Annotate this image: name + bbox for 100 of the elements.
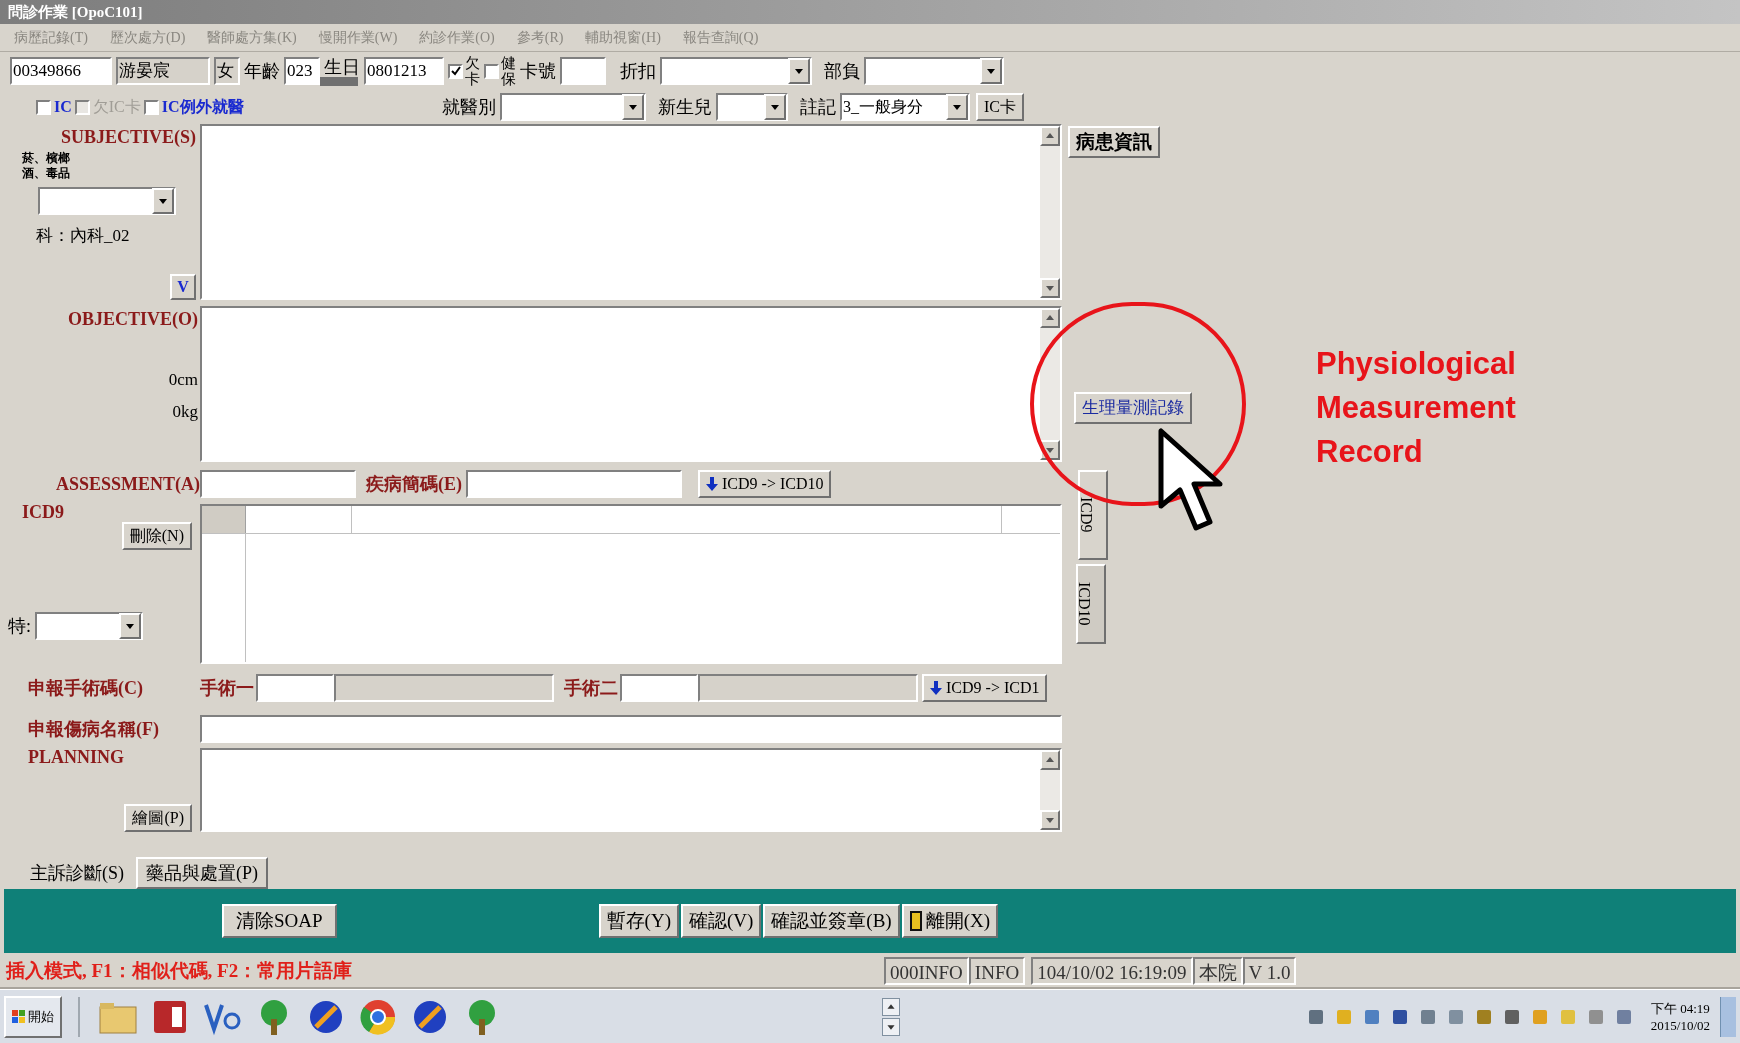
checkbox[interactable] [448,63,463,79]
caret-icon [946,94,968,120]
clock-time[interactable]: 下午 04:19 [1650,999,1710,1017]
field-label: 卡號 [520,59,556,83]
caret-icon [622,94,644,120]
field-label: 註記 [800,95,836,119]
text-field[interactable] [256,674,334,702]
caret-icon [980,58,1002,84]
department-label: 科：內科_02 [35,225,131,247]
status-field: 本院 [1192,957,1243,985]
text-field[interactable]: 00349866 [10,57,112,85]
height-reading: 0cm [168,369,198,391]
section-label: SUBJECTIVE(S) [60,126,196,149]
readonly-field[interactable] [334,674,554,702]
tray-icon[interactable] [1390,1007,1409,1026]
field-label: 年齡 [244,59,280,83]
field-label: 新生兒 [658,95,712,119]
caret-icon [764,94,786,120]
delete-button[interactable]: 刪除(N) [121,522,192,550]
checkbox[interactable] [484,63,499,79]
field-label: 就醫別 [442,95,496,119]
action-button[interactable]: 確認(V) [680,904,762,938]
caret-icon [119,613,141,639]
patient-info-button[interactable]: 病患資訊 [1068,126,1160,158]
readonly-field[interactable] [698,674,918,702]
action-button[interactable]: 確認並簽章(B) [763,904,900,938]
checkbox-label: IC例外就醫 [161,97,244,117]
tray-icon[interactable] [1614,1007,1633,1026]
section-label: OBJECTIVE(O) [67,308,198,331]
text-area[interactable] [200,306,1062,462]
down-arrow-icon [930,681,942,695]
section-label: 申報傷病名稱(F) [27,717,160,741]
tray-icon[interactable] [1418,1007,1437,1026]
dropdown[interactable] [35,612,143,640]
text-field[interactable] [200,470,356,498]
convert-button[interactable]: ICD9 -> ICD10 [698,470,832,498]
section-label: ICD9 [22,504,65,520]
grid-corner-cell [202,506,246,533]
text-field[interactable] [466,470,682,498]
draw-button[interactable]: 繪圖(P) [124,804,192,832]
weight-reading: 0kg [172,400,198,423]
text-field[interactable]: 0801213 [364,57,444,85]
vertical-tab[interactable]: ICD10 [1076,564,1106,644]
dropdown[interactable] [500,93,646,121]
habit-label: 酒、毒品 [21,166,71,181]
show-desktop-button[interactable] [1720,996,1736,1037]
exit-button[interactable]: 離開(X) [901,904,999,938]
measurement-record-button[interactable]: 生理量測記錄 [1074,392,1192,424]
down-arrow-icon [706,477,718,491]
ic-card-button[interactable]: IC卡 [976,93,1024,121]
section-label: ASSESSMENT(A) [54,472,200,496]
windows-logo-icon [12,1009,26,1024]
scroll-down-icon[interactable] [882,1017,900,1036]
caret-icon [152,188,174,214]
text-area[interactable] [200,748,1062,832]
convert-button[interactable]: ICD9 -> ICD1 [922,674,1048,702]
clock-date[interactable]: 2015/10/02 [1650,1016,1710,1034]
tray-icon[interactable] [1306,1007,1325,1026]
v-button[interactable]: V [170,274,196,300]
field-label: 部負 [824,59,860,83]
text-field[interactable]: 女 [214,57,240,85]
checkbox-label: 健保 [501,54,516,88]
checkbox-label: IC [54,97,72,117]
dropdown[interactable] [38,187,176,215]
tray-icon[interactable] [1586,1007,1605,1026]
text-field[interactable]: 023 [284,57,320,85]
tray-icon[interactable] [1362,1007,1381,1026]
start-button[interactable]: 開始 [4,995,62,1038]
status-field: INFO [968,957,1026,985]
dropdown[interactable]: 3_一般身分 [840,93,970,121]
tab[interactable]: 藥品與處置(P) [136,857,268,889]
section-label: PLANNING [28,748,125,766]
action-button[interactable]: 暫存(Y) [598,904,679,938]
text-field[interactable] [200,715,1062,743]
tray-icon[interactable] [1474,1007,1493,1026]
field-label: 手術二 [564,676,618,700]
text-field[interactable] [620,674,698,702]
text-field[interactable] [560,57,606,85]
redaction-block [320,77,358,86]
habit-label: 菸、檳榔 [21,151,71,166]
scroll-up-icon[interactable] [882,997,900,1016]
checkbox-label: 欠卡 [465,54,480,88]
caret-icon [788,58,810,84]
checkbox[interactable] [36,99,51,115]
field-label: 特: [8,614,31,638]
annotation-caption: Physiological Measurement Record [1316,345,1517,471]
clear-soap-button[interactable]: 清除SOAP [222,904,337,938]
field-label: 疾病簡碼(E) [366,472,462,496]
section-label: 申報手術碼(C) [27,676,144,700]
vertical-tab[interactable]: ICD9 [1078,470,1108,560]
tray-icon[interactable] [1446,1007,1465,1026]
tray-icon[interactable] [1502,1007,1521,1026]
checkbox[interactable] [143,99,159,115]
dropdown[interactable] [716,93,788,121]
dropdown[interactable] [864,57,1004,85]
dropdown[interactable] [660,57,812,85]
status-field: V 1.0 [1242,957,1297,985]
status-field: 000INFO [884,957,969,985]
field-label: 手術一 [200,676,254,700]
text-field[interactable]: 游晏宸 [116,57,210,85]
